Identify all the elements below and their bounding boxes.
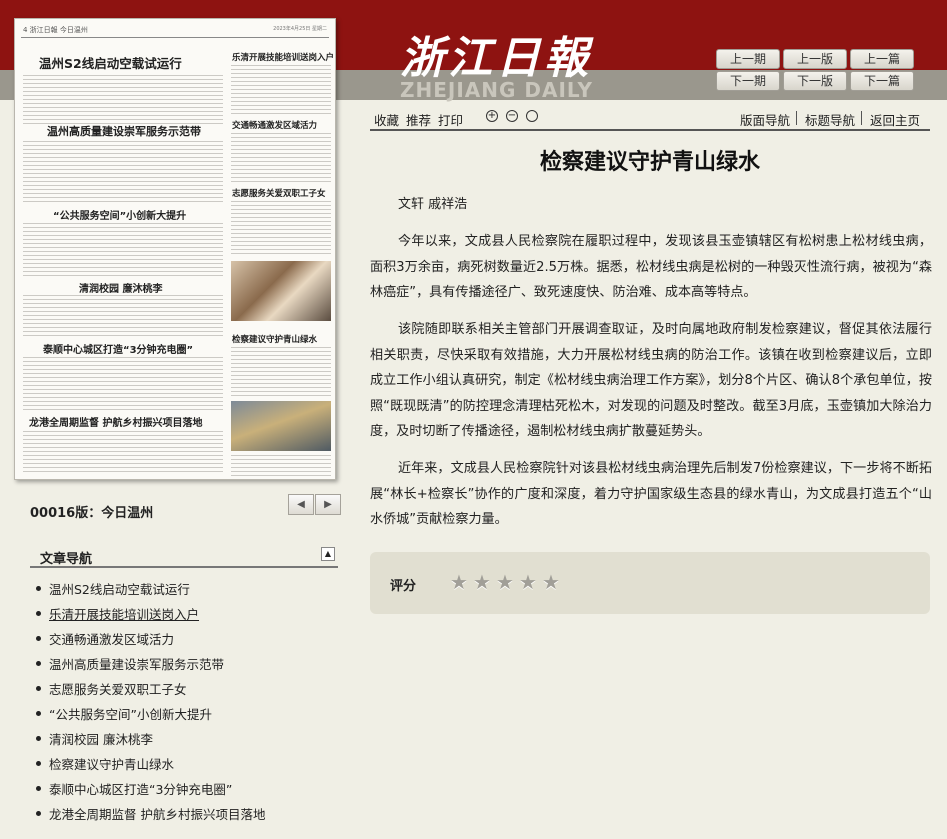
paper-headline[interactable]: 温州高质量建设崇军服务示范带	[47, 123, 201, 139]
prev-article-button[interactable]: 上一篇	[850, 49, 914, 69]
paper-text-block	[23, 223, 223, 277]
article-paragraph: 今年以来，文成县人民检察院在履职过程中，发现该县玉壶镇辖区有松树患上松材线虫病，…	[370, 234, 932, 300]
article-link[interactable]: 温州高质量建设崇军服务示范带	[49, 654, 224, 673]
prev-page-button[interactable]: 上一版	[783, 49, 847, 69]
bullet-icon	[36, 611, 41, 616]
zoom-reset-icon[interactable]	[526, 110, 538, 122]
list-item: 温州高质量建设崇军服务示范带	[36, 651, 336, 676]
article-byline: 文轩 戚祥浩	[398, 197, 468, 212]
next-article-button[interactable]: 下一篇	[850, 71, 914, 91]
paper-text-block	[231, 65, 331, 115]
list-item: 志愿服务关爱双职工子女	[36, 676, 336, 701]
article-toolbar: 收藏 推荐 打印 + − 版面导航 标题导航 返回主页	[370, 108, 930, 130]
article-link[interactable]: 清润校园 廉沐桃李	[49, 729, 153, 748]
paper-page-header: 4 浙江日報 今日温州	[23, 26, 88, 34]
list-item: 清润校园 廉沐桃李	[36, 726, 336, 751]
article-link-active[interactable]: 乐清开展技能培训送岗入户	[49, 604, 199, 623]
newspaper-page-thumbnail[interactable]: 4 浙江日報 今日温州 2023年4月25日 星期二 温州S2线启动空载试运行 …	[14, 18, 336, 480]
article-title: 检察建议守护青山绿水	[539, 150, 760, 175]
paper-text-block	[231, 455, 331, 477]
article-paragraph: 近年来，文成县人民检察院针对该县松材线虫病治理先后制发7份检察建议，下一步将不断…	[370, 461, 932, 527]
bullet-icon	[36, 736, 41, 741]
paper-text-block	[231, 201, 331, 257]
star-icon[interactable]: ★	[519, 570, 537, 594]
collapse-icon[interactable]: ▲	[321, 547, 335, 561]
paper-text-block	[23, 295, 223, 339]
list-item: 乐清开展技能培训送岗入户	[36, 601, 336, 626]
article-paragraph: 该院随即联系相关主管部门开展调查取证，及时向属地政府制发检察建议，督促其依法履行…	[370, 322, 932, 439]
paper-text-block	[23, 141, 223, 203]
rating-panel: 评分 ★ ★ ★ ★ ★	[370, 552, 930, 614]
star-icon[interactable]: ★	[473, 570, 491, 594]
paper-headline[interactable]: 龙港全周期监督 护航乡村振兴项目落地	[29, 414, 202, 429]
paper-photo-children	[231, 261, 331, 321]
paper-headline[interactable]: 乐清开展技能培训送岗入户	[232, 51, 334, 63]
toolbar-rule	[370, 129, 930, 131]
list-item: 龙港全周期监督 护航乡村振兴项目落地	[36, 801, 336, 826]
paper-text-block	[23, 75, 223, 125]
article-link[interactable]: 交通畅通激发区域活力	[49, 629, 174, 648]
paper-text-block	[23, 431, 223, 475]
paper-headline[interactable]: “公共服务空间”小创新大提升	[53, 207, 186, 222]
rating-label: 评分	[390, 579, 417, 594]
site-logo-english: ZHEJIANG DAILY	[400, 78, 594, 102]
paper-headline[interactable]: 泰顺中心城区打造“3分钟充电圈”	[43, 341, 193, 356]
next-page-arrow-icon[interactable]: ▶	[315, 494, 341, 515]
zoom-out-icon[interactable]: −	[506, 110, 518, 122]
paper-headline[interactable]: 清润校园 廉沐桃李	[79, 280, 162, 295]
next-page-button[interactable]: 下一版	[783, 71, 847, 91]
bullet-icon	[36, 686, 41, 691]
star-icon[interactable]: ★	[496, 570, 514, 594]
page-label: 00016版：今日温州	[30, 506, 154, 521]
paper-headline[interactable]: 检察建议守护青山绿水	[232, 333, 317, 345]
paper-headline[interactable]: 交通畅通激发区域活力	[232, 119, 317, 131]
bullet-icon	[36, 786, 41, 791]
list-item: 温州S2线启动空载试运行	[36, 576, 336, 601]
bullet-icon	[36, 661, 41, 666]
prev-issue-button[interactable]: 上一期	[716, 49, 780, 69]
zoom-in-icon[interactable]: +	[486, 110, 498, 122]
recommend-button[interactable]: 推荐	[406, 110, 431, 129]
paper-headline[interactable]: 志愿服务关爱双职工子女	[232, 187, 326, 199]
article-link[interactable]: 泰顺中心城区打造“3分钟充电圈”	[49, 779, 232, 798]
list-item: “公共服务空间”小创新大提升	[36, 701, 336, 726]
star-icon[interactable]: ★	[450, 570, 468, 594]
article-link[interactable]: 检察建议守护青山绿水	[49, 754, 174, 773]
paper-header-rule	[21, 37, 329, 38]
page-pager: ◀ ▶	[288, 494, 342, 516]
next-issue-button[interactable]: 下一期	[716, 71, 780, 91]
paper-text-block	[231, 133, 331, 183]
home-link[interactable]: 返回主页	[870, 110, 920, 129]
paper-text-block	[23, 357, 223, 411]
paper-text-block	[231, 347, 331, 397]
article-nav-title: 文章导航	[40, 552, 93, 567]
bullet-icon	[36, 711, 41, 716]
paper-headline[interactable]: 温州S2线启动空载试运行	[39, 53, 182, 72]
bullet-icon	[36, 636, 41, 641]
article-nav-rule	[30, 566, 338, 568]
star-icon[interactable]: ★	[542, 570, 560, 594]
bullet-icon	[36, 586, 41, 591]
article-link[interactable]: 温州S2线启动空载试运行	[49, 579, 190, 598]
article-link[interactable]: 志愿服务关爱双职工子女	[49, 679, 187, 698]
bullet-icon	[36, 761, 41, 766]
list-item: 交通畅通激发区域活力	[36, 626, 336, 651]
list-item: 泰顺中心城区打造“3分钟充电圈”	[36, 776, 336, 801]
layout-nav-link[interactable]: 版面导航	[740, 110, 790, 129]
article-nav-list: 温州S2线启动空载试运行 乐清开展技能培训送岗入户 交通畅通激发区域活力 温州高…	[36, 576, 336, 826]
bullet-icon	[36, 811, 41, 816]
list-item: 检察建议守护青山绿水	[36, 751, 336, 776]
article-link[interactable]: 龙港全周期监督 护航乡村振兴项目落地	[49, 804, 265, 823]
article-link[interactable]: “公共服务空间”小创新大提升	[49, 704, 212, 723]
title-nav-link[interactable]: 标题导航	[805, 110, 855, 129]
collect-button[interactable]: 收藏	[374, 110, 399, 129]
paper-photo-workers	[231, 401, 331, 451]
divider	[861, 111, 862, 125]
paper-page-date: 2023年4月25日 星期二	[273, 26, 327, 32]
prev-page-arrow-icon[interactable]: ◀	[288, 494, 314, 515]
site-logo[interactable]: 浙江日報	[400, 22, 592, 86]
print-button[interactable]: 打印	[438, 110, 463, 129]
divider	[796, 111, 797, 125]
